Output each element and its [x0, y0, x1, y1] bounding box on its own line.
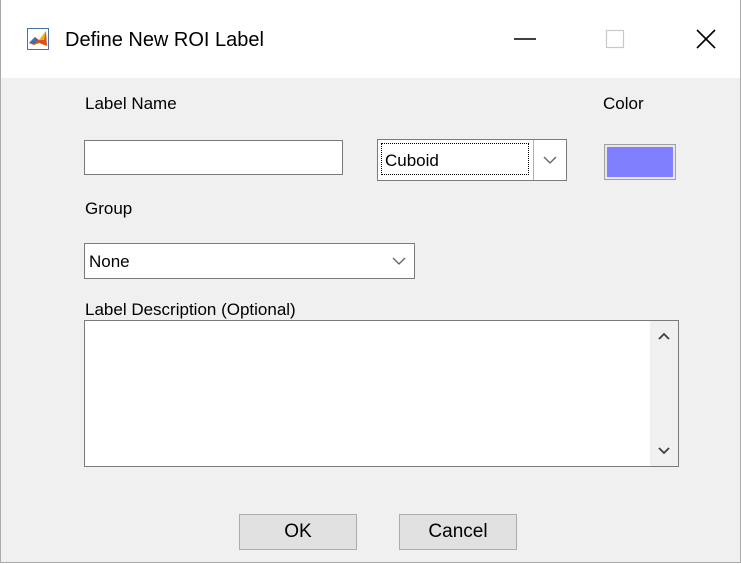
vertical-scrollbar[interactable]: [650, 321, 678, 466]
chevron-up-icon[interactable]: [650, 321, 678, 351]
chevron-down-icon[interactable]: [650, 436, 678, 466]
chevron-down-icon[interactable]: [384, 244, 414, 278]
close-icon: [696, 29, 716, 49]
title-bar[interactable]: Define New ROI Label: [1, 0, 740, 78]
label-name-input[interactable]: [84, 140, 343, 175]
label-name-caption: Label Name: [85, 94, 177, 113]
minimize-button[interactable]: [500, 16, 550, 62]
group-value: None: [89, 252, 130, 271]
roi-type-value: Cuboid: [385, 151, 439, 170]
color-picker-button[interactable]: [604, 144, 676, 180]
maximize-icon: [605, 29, 625, 49]
chevron-down-icon[interactable]: [533, 140, 566, 180]
group-caption: Group: [85, 199, 133, 218]
minimize-icon: [514, 38, 536, 40]
dialog-window: Define New ROI Label Label Name Color Cu…: [0, 0, 741, 563]
matlab-logo-icon: [27, 28, 49, 50]
description-textarea[interactable]: [84, 320, 679, 467]
close-button[interactable]: [681, 16, 731, 62]
cancel-button[interactable]: Cancel: [399, 514, 517, 550]
roi-type-dropdown[interactable]: Cuboid: [377, 139, 567, 181]
color-caption: Color: [603, 94, 644, 113]
color-swatch: [607, 147, 673, 177]
dialog-body: Label Name Color Cuboid Group None Label…: [1, 78, 740, 562]
window-title: Define New ROI Label: [65, 29, 264, 51]
group-dropdown[interactable]: None: [84, 243, 415, 279]
description-caption: Label Description (Optional): [85, 300, 296, 319]
ok-button[interactable]: OK: [239, 514, 357, 550]
maximize-button[interactable]: [590, 16, 640, 62]
